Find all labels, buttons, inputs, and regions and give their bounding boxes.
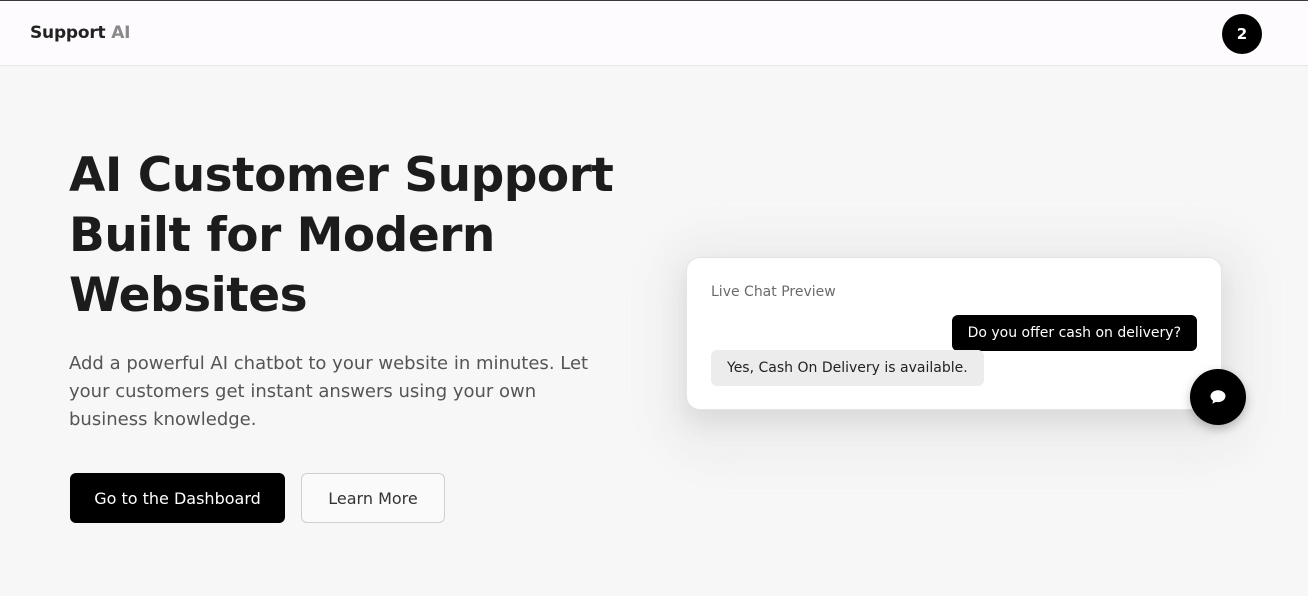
go-to-dashboard-button[interactable]: Go to the Dashboard	[70, 473, 285, 523]
avatar-label: 2	[1236, 25, 1248, 43]
chat-preview-heading: Live Chat Preview	[711, 284, 836, 300]
live-chat-preview-card: Live Chat Preview Do you offer cash on d…	[686, 257, 1222, 410]
learn-more-button[interactable]: Learn More	[301, 473, 445, 523]
brand-accent: AI	[111, 23, 131, 43]
user-message-bubble: Do you offer cash on delivery?	[951, 315, 1197, 351]
brand-logo[interactable]: Support AI	[30, 23, 130, 43]
hero-subtitle: Add a powerful AI chatbot to your websit…	[69, 353, 589, 430]
hero-title: AI Customer Support Built for Modern Web…	[69, 148, 614, 323]
chat-bubble-icon	[1210, 390, 1226, 404]
brand-name: Support	[30, 23, 106, 43]
bot-message-bubble: Yes, Cash On Delivery is available.	[711, 350, 984, 386]
top-navbar: Support AI 2	[0, 0, 1308, 66]
user-avatar-button[interactable]: 2	[1222, 14, 1262, 54]
chat-launcher-button[interactable]	[1190, 369, 1246, 425]
